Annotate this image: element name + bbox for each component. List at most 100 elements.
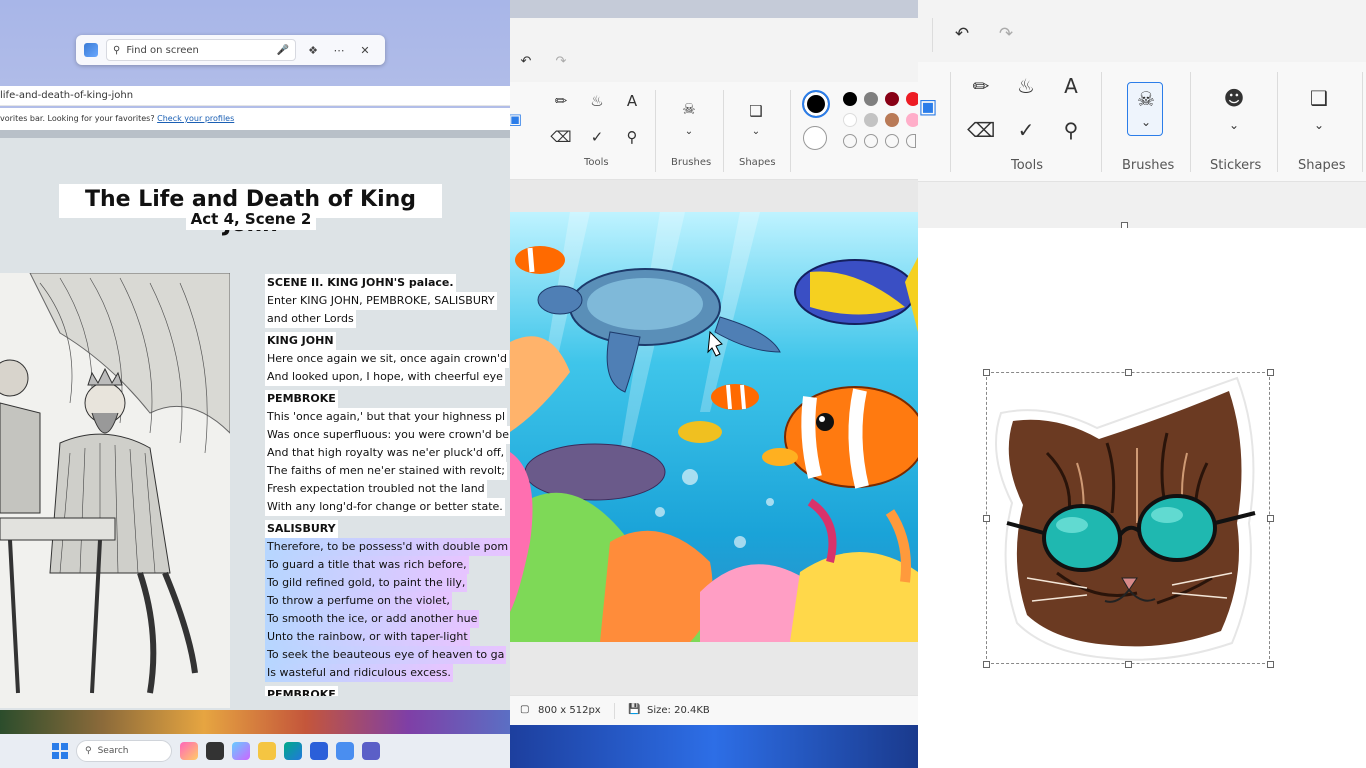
- stickers-label: Stickers: [1210, 158, 1262, 173]
- eraser-icon[interactable]: ⌫: [967, 118, 995, 142]
- select-icon[interactable]: ▣: [510, 110, 526, 128]
- speaker-name: SALISBURY: [265, 520, 338, 538]
- undo-icon[interactable]: ↶: [515, 54, 537, 69]
- divider: [723, 90, 724, 172]
- text-icon[interactable]: A: [1057, 74, 1085, 98]
- highlighted-line[interactable]: To smooth the ice, or add another hue: [265, 610, 480, 628]
- empty-swatch[interactable]: [885, 134, 899, 148]
- quick-access-bar: ↶ ↷: [510, 18, 918, 82]
- fill-icon[interactable]: ♨: [1012, 74, 1040, 98]
- resize-handle[interactable]: [1125, 661, 1132, 668]
- redo-icon[interactable]: ↷: [992, 24, 1020, 44]
- paint-canvas[interactable]: [918, 228, 1366, 768]
- eraser-icon[interactable]: ⌫: [550, 128, 572, 146]
- secondary-color[interactable]: [803, 126, 827, 150]
- shapes-icon[interactable]: ❑: [745, 102, 767, 120]
- resize-handle[interactable]: [1125, 369, 1132, 376]
- highlighted-line[interactable]: To throw a perfume on the violet,: [265, 592, 452, 610]
- verse-line: Fresh expectation troubled not the land: [265, 480, 487, 498]
- color-swatch[interactable]: [906, 92, 918, 106]
- fill-icon[interactable]: ♨: [586, 92, 608, 110]
- select-icon[interactable]: ▣: [918, 94, 942, 118]
- undo-icon[interactable]: ↶: [948, 24, 976, 44]
- pencil-icon[interactable]: ✏: [967, 74, 995, 98]
- chevron-down-icon[interactable]: ⌄: [1220, 118, 1248, 132]
- resize-handle[interactable]: [1267, 661, 1274, 668]
- divider: [0, 130, 510, 138]
- favorites-bar: vorites bar. Looking for your favorites?…: [0, 108, 510, 130]
- widgets-icon[interactable]: [180, 742, 198, 760]
- canvas-dimensions: 800 x 512px: [538, 705, 601, 716]
- empty-swatch[interactable]: [864, 134, 878, 148]
- edge-icon[interactable]: [284, 742, 302, 760]
- divider: [655, 90, 656, 172]
- magnifier-icon[interactable]: ⚲: [621, 128, 643, 146]
- color-swatch[interactable]: [864, 92, 878, 106]
- empty-swatch[interactable]: [906, 134, 916, 148]
- task-view-icon[interactable]: [206, 742, 224, 760]
- chevron-down-icon[interactable]: ⌄: [1305, 118, 1333, 132]
- more-options-icon[interactable]: ⋯: [330, 44, 348, 57]
- chevron-down-icon[interactable]: ⌄: [745, 126, 767, 137]
- teams-icon[interactable]: [362, 742, 380, 760]
- cat-sticker[interactable]: [987, 373, 1271, 665]
- color-swatch[interactable]: [843, 92, 857, 106]
- tools-label: Tools: [1011, 158, 1044, 173]
- copilot-icon[interactable]: [232, 742, 250, 760]
- store-icon[interactable]: [310, 742, 328, 760]
- resize-handle[interactable]: [1267, 369, 1274, 376]
- find-placeholder: Find on screen: [126, 44, 199, 56]
- redo-icon[interactable]: ↷: [550, 54, 572, 69]
- highlighted-line[interactable]: To guard a title that was rich before,: [265, 556, 469, 574]
- highlighted-line[interactable]: Is wasteful and ridiculous excess.: [265, 664, 453, 682]
- shapes-icon[interactable]: ❑: [1305, 86, 1333, 110]
- taskbar-search[interactable]: ⚲ Search: [76, 740, 172, 762]
- start-icon[interactable]: [52, 743, 68, 759]
- favorites-text: vorites bar. Looking for your favorites?: [0, 114, 155, 123]
- underwater-image[interactable]: [510, 212, 918, 642]
- ribbon: ▣ ✏ ♨ A ⌫ ✓ ⚲ Tools ☠ ⌄ Brushes ☻ ⌄ Stic…: [918, 62, 1366, 182]
- brushes-button[interactable]: ☠ ⌄: [1127, 82, 1163, 136]
- brushes-icon[interactable]: ☠: [678, 100, 700, 118]
- primary-color[interactable]: [802, 90, 830, 118]
- color-swatch[interactable]: [864, 113, 878, 127]
- resize-handle[interactable]: [1267, 515, 1274, 522]
- highlighted-line[interactable]: To seek the beauteous eye of heaven to g…: [265, 646, 507, 664]
- resize-handle[interactable]: [983, 369, 990, 376]
- close-icon[interactable]: ✕: [356, 44, 374, 57]
- color-swatch[interactable]: [906, 113, 918, 127]
- paint-icon[interactable]: [336, 742, 354, 760]
- taskbar-search-label: Search: [97, 746, 129, 756]
- paint-window-large: ↶ ↷ ▣ ✏ ♨ A ⌫ ✓ ⚲ Tools ☠ ⌄ Brushes ☻ ⌄ …: [918, 0, 1366, 768]
- find-on-screen-input[interactable]: ⚲ Find on screen 🎤: [106, 39, 296, 61]
- highlighted-line[interactable]: Therefore, to be possess'd with double p…: [265, 538, 510, 556]
- highlighted-line[interactable]: Unto the rainbow, or with taper-light: [265, 628, 470, 646]
- highlighted-line[interactable]: To gild refined gold, to paint the lily,: [265, 574, 468, 592]
- search-icon: ⚲: [113, 44, 121, 56]
- pencil-icon[interactable]: ✏: [550, 92, 572, 110]
- color-picker-icon[interactable]: ✓: [586, 128, 608, 146]
- color-swatch[interactable]: [843, 113, 857, 127]
- taskbar: ⚲ Search: [0, 734, 542, 768]
- color-picker-icon[interactable]: ✓: [1012, 118, 1040, 142]
- stage-line: Enter KING JOHN, PEMBROKE, SALISBURY: [265, 292, 497, 310]
- microphone-icon[interactable]: 🎤: [277, 45, 289, 56]
- canvas-margin: [918, 182, 1366, 229]
- visual-search-icon[interactable]: ❖: [304, 44, 322, 57]
- check-profiles-link[interactable]: Check your profiles: [157, 114, 234, 123]
- verse-line: With any long'd-for change or better sta…: [265, 498, 505, 516]
- empty-swatch[interactable]: [843, 134, 857, 148]
- magnifier-icon[interactable]: ⚲: [1057, 118, 1085, 142]
- stickers-icon[interactable]: ☻: [1220, 86, 1248, 110]
- address-bar[interactable]: life-and-death-of-king-john: [0, 86, 510, 106]
- text-icon[interactable]: A: [621, 92, 643, 110]
- speaker-name: PEMBROKE: [265, 390, 338, 408]
- file-explorer-icon[interactable]: [258, 742, 276, 760]
- color-swatch[interactable]: [885, 92, 899, 106]
- selection-box[interactable]: [983, 369, 1274, 668]
- chevron-down-icon[interactable]: ⌄: [678, 126, 700, 137]
- resize-handle[interactable]: [983, 661, 990, 668]
- window-top: [510, 0, 918, 18]
- resize-handle[interactable]: [983, 515, 990, 522]
- color-swatch[interactable]: [885, 113, 899, 127]
